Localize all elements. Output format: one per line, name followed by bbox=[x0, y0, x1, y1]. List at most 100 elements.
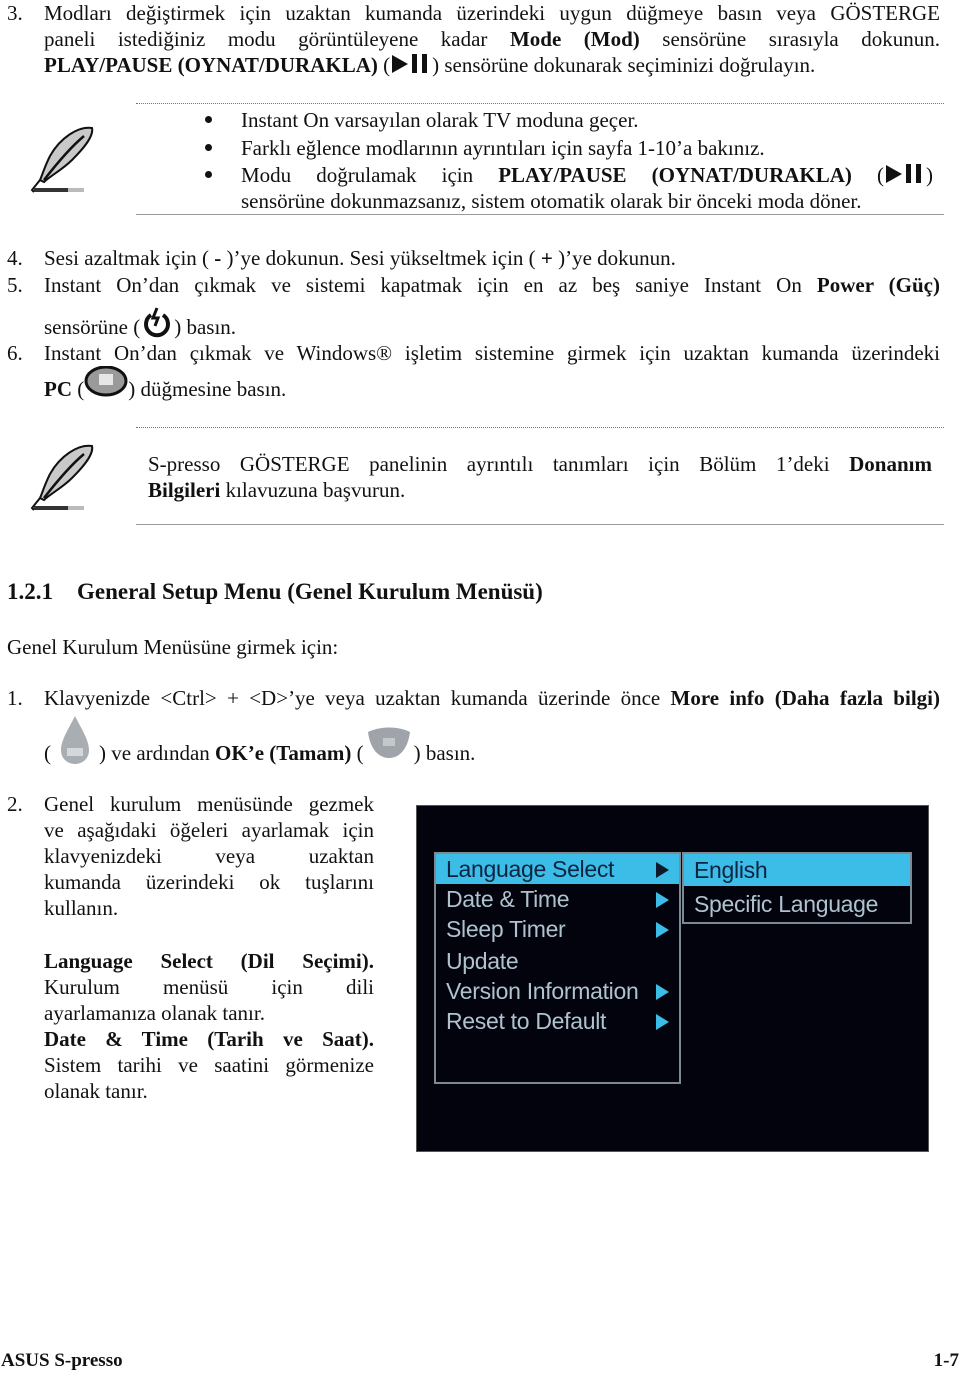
step3-line3: PLAY/PAUSE (OYNAT/DURAKLA) ( ) sensörüne … bbox=[44, 52, 815, 78]
section-title: General Setup Menu (Genel Kurulum Menüsü… bbox=[77, 579, 543, 604]
date-time-desc: Sistem tarihi ve saatini görmenize bbox=[44, 1053, 374, 1077]
footer-page-number: 1-7 bbox=[933, 1350, 959, 1371]
step5-line2: sensörüne ( ) basın. bbox=[44, 307, 237, 340]
step-number: 3. bbox=[7, 1, 23, 25]
text: sensörüne ( bbox=[44, 315, 141, 339]
pc-button-icon bbox=[84, 366, 128, 397]
play-pause-icon bbox=[884, 164, 926, 184]
submenu-item-label: Specific Language bbox=[694, 891, 879, 917]
menu-item-version-information[interactable]: Version Information bbox=[436, 976, 679, 1006]
menu-item-sleep-timer[interactable]: Sleep Timer bbox=[436, 914, 679, 944]
play-pause-label: PLAY/PAUSE (OYNAT/DURAKLA) bbox=[498, 163, 852, 187]
text: ) düğmesine basın. bbox=[128, 377, 287, 401]
feather-note-icon bbox=[30, 126, 94, 193]
text: ( bbox=[377, 53, 391, 77]
text: ) ve ardından bbox=[99, 741, 216, 765]
power-label: Power (Güç) bbox=[816, 273, 940, 297]
text: Instant On’dan çıkmak ve sistemi kapatma… bbox=[44, 273, 817, 297]
hardware-info-label: Bilgileri bbox=[148, 478, 221, 502]
section-heading: 1.2.1 General Setup Menu (Genel Kurulum M… bbox=[7, 579, 543, 605]
text: Sesi azaltmak için ( bbox=[44, 246, 210, 270]
text: Klavyenizde <Ctrl> + <D>’ye veya uzaktan… bbox=[44, 686, 671, 710]
pc-label: PC bbox=[44, 377, 72, 401]
menu-item-label: Language Select bbox=[446, 856, 615, 882]
language-select-desc: Kurulum menüsü için dili bbox=[44, 975, 374, 999]
submenu-arrow-icon bbox=[656, 892, 669, 908]
submenu-arrow-icon bbox=[656, 984, 669, 1000]
text: S-presso GÖSTERGE panelinin ayrıntılı ta… bbox=[148, 452, 850, 476]
note1-bullet-1: Instant On varsayılan olarak TV moduna g… bbox=[241, 108, 639, 132]
step6-line1: Instant On’dan çıkmak ve Windows® işleti… bbox=[44, 341, 940, 365]
language-submenu: English Specific Language bbox=[682, 852, 912, 924]
text: ) basın. bbox=[413, 741, 476, 765]
minus-icon: - bbox=[209, 246, 227, 270]
menu-item-update[interactable]: Update bbox=[436, 946, 679, 976]
step-number: 4. bbox=[7, 246, 23, 270]
more-info-button-icon bbox=[61, 716, 89, 764]
note-divider-bottom bbox=[136, 524, 944, 525]
step4-text: Sesi azaltmak için ( - )’ye dokunun. Ses… bbox=[44, 245, 676, 271]
text: Modu doğrulamak için bbox=[241, 163, 499, 187]
bullet bbox=[205, 171, 212, 178]
ok-label: OK’e (Tamam) bbox=[215, 741, 352, 765]
text: )’ye dokunun. bbox=[558, 246, 676, 270]
language-select-heading: Language Select (Dil Seçimi). bbox=[44, 949, 374, 973]
menu-item-label: Update bbox=[446, 948, 519, 974]
step-number: 6. bbox=[7, 341, 23, 365]
setup-step2-line: kullanın. bbox=[44, 896, 119, 920]
menu-item-label: Reset to Default bbox=[446, 1008, 607, 1034]
submenu-arrow-icon bbox=[656, 922, 669, 938]
footer-product-name: ASUS S-presso bbox=[1, 1350, 123, 1371]
step6-line2: PC ( ) düğmesine basın. bbox=[44, 366, 287, 402]
step3-line1: Modları değiştirmek için uzaktan kumanda… bbox=[44, 1, 940, 25]
text: sensörüne sırasıyla dokunun. bbox=[639, 27, 941, 51]
submenu-item-specific-language[interactable]: Specific Language bbox=[684, 887, 910, 921]
text: ( bbox=[851, 163, 884, 187]
note-divider-top bbox=[136, 427, 944, 428]
note-divider-top bbox=[136, 103, 944, 104]
play-pause-label: PLAY/PAUSE (OYNAT/DURAKLA) bbox=[44, 53, 378, 77]
setup-step2-line: Genel kurulum menüsünde gezmek bbox=[44, 792, 374, 816]
note1-bullet-2: Farklı eğlence modlarının ayrıntıları iç… bbox=[241, 136, 765, 160]
text: ) basın. bbox=[174, 315, 237, 339]
section-intro: Genel Kurulum Menüsüne girmek için: bbox=[7, 635, 339, 659]
plus-icon: + bbox=[535, 246, 559, 270]
menu-item-date-time[interactable]: Date & Time bbox=[436, 884, 679, 914]
bullet bbox=[205, 144, 212, 151]
step-number: 1. bbox=[7, 686, 23, 710]
submenu-arrow-icon bbox=[656, 1014, 669, 1030]
submenu-arrow-icon bbox=[656, 862, 669, 878]
setup-step2-line: ve aşağıdaki öğeleri ayarlamak için bbox=[44, 818, 374, 842]
step5-line1: Instant On’dan çıkmak ve sistemi kapatma… bbox=[44, 272, 940, 298]
date-time-desc: olanak tanır. bbox=[44, 1079, 148, 1103]
submenu-item-label: English bbox=[694, 857, 768, 883]
text: ) sensörüne dokunarak seçiminizi doğrula… bbox=[432, 53, 816, 77]
text: ( bbox=[44, 741, 51, 765]
note2-line1: S-presso GÖSTERGE panelinin ayrıntılı ta… bbox=[148, 451, 932, 477]
text: kılavuzuna başvurun. bbox=[220, 478, 406, 502]
note1-bullet-3-line2: sensörüne dokunmazsanız, sistem otomatik… bbox=[241, 189, 862, 213]
text: ( bbox=[72, 377, 85, 401]
setup-menu-main: Language Select Date & Time Sleep Timer … bbox=[434, 852, 681, 1084]
bullet bbox=[205, 116, 212, 123]
ok-button-icon bbox=[367, 727, 410, 758]
setup-step1-line2: ( ) ve ardından OK’e (Tamam) ( ) basın. bbox=[44, 716, 476, 766]
power-icon bbox=[144, 307, 171, 338]
text: ( bbox=[351, 741, 364, 765]
step3-line2: paneli istediğiniz modu görüntüleyene ka… bbox=[44, 26, 940, 52]
play-pause-icon bbox=[390, 54, 432, 74]
text: )’ye dokunun. Sesi yükseltmek için ( bbox=[226, 246, 536, 270]
setup-step1-line1: Klavyenizde <Ctrl> + <D>’ye veya uzaktan… bbox=[44, 685, 940, 711]
step-number: 5. bbox=[7, 273, 23, 297]
date-time-heading: Date & Time (Tarih ve Saat). bbox=[44, 1027, 374, 1051]
menu-item-language-select[interactable]: Language Select bbox=[436, 854, 679, 884]
menu-item-label: Date & Time bbox=[446, 886, 570, 912]
submenu-item-english[interactable]: English bbox=[684, 854, 910, 886]
menu-item-label: Sleep Timer bbox=[446, 916, 566, 942]
note-divider-bottom bbox=[136, 214, 944, 215]
step-number: 2. bbox=[7, 792, 23, 816]
note2-line2: Bilgileri kılavuzuna başvurun. bbox=[148, 477, 405, 503]
menu-item-reset-to-default[interactable]: Reset to Default bbox=[436, 1006, 679, 1036]
menu-item-label: Version Information bbox=[446, 978, 639, 1004]
hardware-info-label: Donanım bbox=[849, 452, 932, 476]
